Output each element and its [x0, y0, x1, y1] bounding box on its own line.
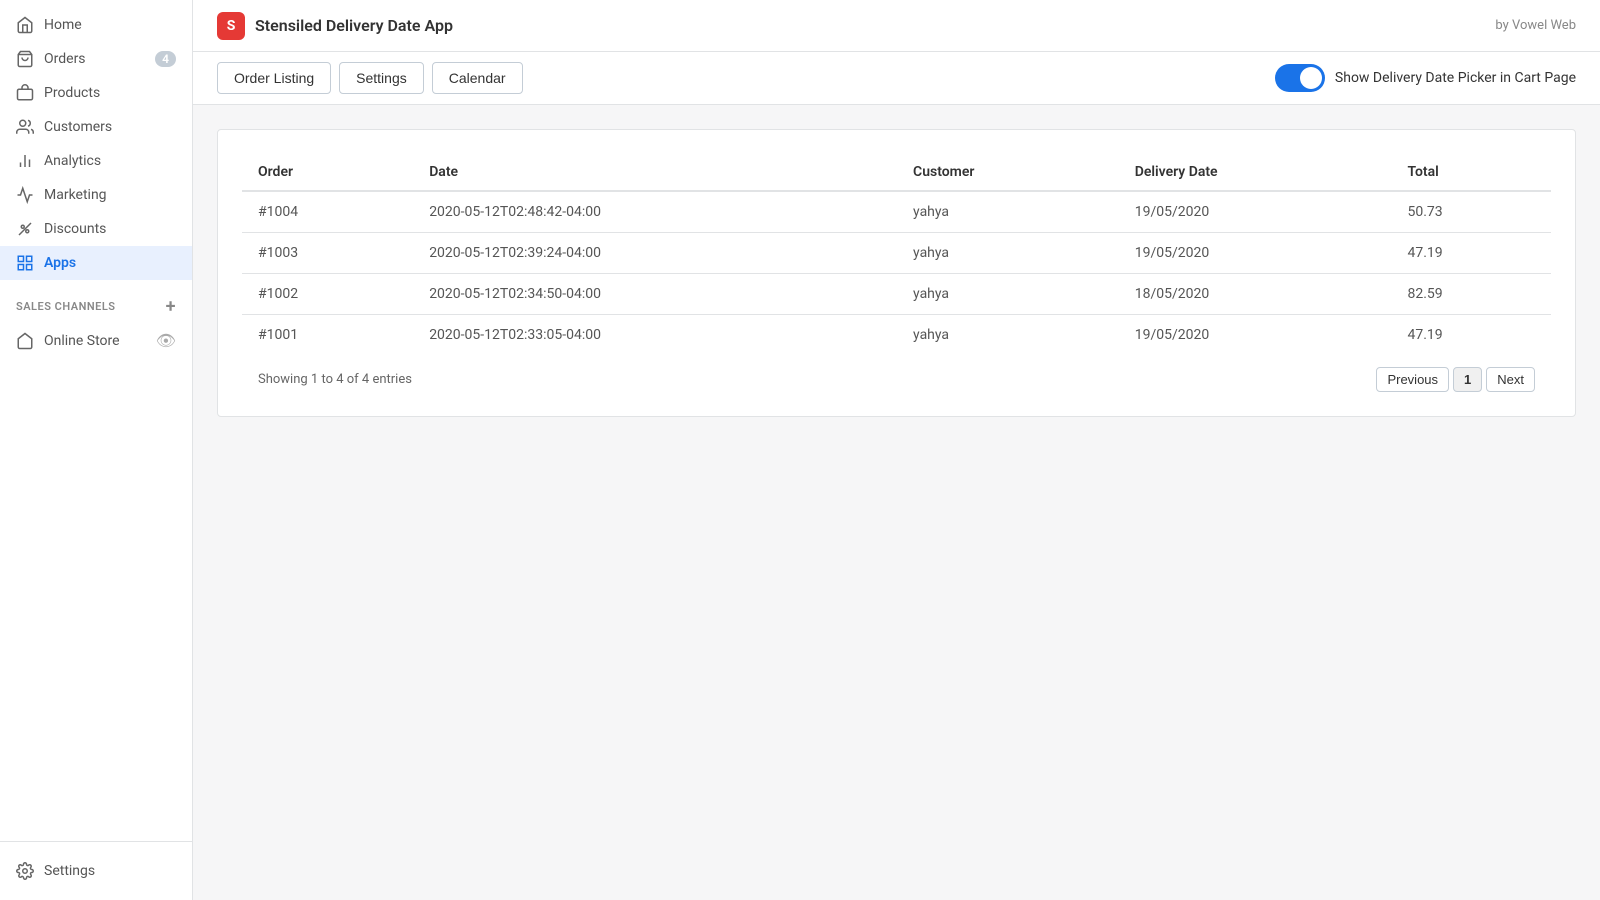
- sidebar-item-customers-label: Customers: [44, 119, 176, 135]
- cell-delivery_date: 19/05/2020: [1119, 233, 1392, 274]
- table-row[interactable]: #10032020-05-12T02:39:24-04:00yahya19/05…: [242, 233, 1551, 274]
- app-title: Stensiled Delivery Date App: [255, 16, 453, 35]
- col-delivery-date: Delivery Date: [1119, 154, 1392, 191]
- sidebar-item-analytics-label: Analytics: [44, 153, 176, 169]
- toolbar-right: Show Delivery Date Picker in Cart Page: [1275, 64, 1576, 92]
- add-sales-channel-icon[interactable]: +: [166, 296, 176, 317]
- sidebar-item-home-label: Home: [44, 17, 176, 33]
- sidebar-item-home[interactable]: Home: [0, 8, 192, 42]
- sidebar-item-marketing-label: Marketing: [44, 187, 176, 203]
- sidebar-item-apps-label: Apps: [44, 255, 176, 271]
- cell-customer: yahya: [897, 315, 1119, 356]
- cell-date: 2020-05-12T02:48:42-04:00: [413, 191, 897, 233]
- home-icon: [16, 16, 34, 34]
- main-content: S Stensiled Delivery Date App by Vowel W…: [193, 0, 1600, 900]
- sidebar-item-marketing[interactable]: Marketing: [0, 178, 192, 212]
- table-row[interactable]: #10042020-05-12T02:48:42-04:00yahya19/05…: [242, 191, 1551, 233]
- cell-customer: yahya: [897, 191, 1119, 233]
- cell-order: #1002: [242, 274, 413, 315]
- content-area: Order Date Customer Delivery Date Total …: [193, 105, 1600, 900]
- sales-channels-header: SALES CHANNELS +: [0, 280, 192, 323]
- pagination-next[interactable]: Next: [1486, 367, 1535, 392]
- cell-delivery_date: 18/05/2020: [1119, 274, 1392, 315]
- sidebar-nav: Home Orders 4 Products: [0, 0, 192, 841]
- sidebar-item-online-store[interactable]: Online Store 👁: [0, 323, 192, 358]
- cell-total: 50.73: [1391, 191, 1551, 233]
- sidebar-item-discounts-label: Discounts: [44, 221, 176, 237]
- sidebar-bottom: Settings: [0, 841, 192, 900]
- apps-icon: [16, 254, 34, 272]
- sidebar-item-orders-label: Orders: [44, 51, 145, 67]
- sidebar-settings-label: Settings: [44, 863, 176, 879]
- sidebar-item-settings[interactable]: Settings: [0, 854, 192, 888]
- cell-delivery_date: 19/05/2020: [1119, 191, 1392, 233]
- toggle-label: Show Delivery Date Picker in Cart Page: [1335, 70, 1576, 86]
- marketing-icon: [16, 186, 34, 204]
- cell-total: 82.59: [1391, 274, 1551, 315]
- cell-order: #1001: [242, 315, 413, 356]
- sidebar-item-customers[interactable]: Customers: [0, 110, 192, 144]
- orders-icon: [16, 50, 34, 68]
- sidebar-item-analytics[interactable]: Analytics: [0, 144, 192, 178]
- pagination-row: Showing 1 to 4 of 4 entries Previous 1 N…: [242, 355, 1551, 392]
- sidebar-item-orders[interactable]: Orders 4: [0, 42, 192, 76]
- orders-card: Order Date Customer Delivery Date Total …: [217, 129, 1576, 417]
- cell-date: 2020-05-12T02:34:50-04:00: [413, 274, 897, 315]
- app-logo: S: [217, 12, 245, 40]
- col-order: Order: [242, 154, 413, 191]
- pagination-showing: Showing 1 to 4 of 4 entries: [258, 372, 412, 387]
- app-by-label: by Vowel Web: [1495, 18, 1576, 33]
- online-store-eye-icon[interactable]: 👁: [156, 331, 176, 350]
- settings-button[interactable]: Settings: [339, 62, 424, 94]
- store-icon: [16, 332, 34, 350]
- cell-date: 2020-05-12T02:39:24-04:00: [413, 233, 897, 274]
- pagination-previous[interactable]: Previous: [1376, 367, 1449, 392]
- sidebar-item-products-label: Products: [44, 85, 176, 101]
- sales-channels-label: SALES CHANNELS: [16, 300, 116, 313]
- settings-icon: [16, 862, 34, 880]
- cell-order: #1004: [242, 191, 413, 233]
- cell-customer: yahya: [897, 274, 1119, 315]
- cell-order: #1003: [242, 233, 413, 274]
- orders-badge: 4: [155, 51, 176, 67]
- customers-icon: [16, 118, 34, 136]
- sidebar: Home Orders 4 Products: [0, 0, 193, 900]
- sidebar-item-online-store-label: Online Store: [44, 333, 146, 349]
- cell-customer: yahya: [897, 233, 1119, 274]
- sidebar-item-products[interactable]: Products: [0, 76, 192, 110]
- col-date: Date: [413, 154, 897, 191]
- toolbar-buttons: Order Listing Settings Calendar: [217, 62, 523, 94]
- analytics-icon: [16, 152, 34, 170]
- table-row[interactable]: #10022020-05-12T02:34:50-04:00yahya18/05…: [242, 274, 1551, 315]
- sidebar-item-apps[interactable]: Apps: [0, 246, 192, 280]
- app-header: S Stensiled Delivery Date App by Vowel W…: [193, 0, 1600, 52]
- sidebar-item-discounts[interactable]: Discounts: [0, 212, 192, 246]
- pagination-controls: Previous 1 Next: [1376, 367, 1535, 392]
- discounts-icon: [16, 220, 34, 238]
- toolbar: Order Listing Settings Calendar Show Del…: [193, 52, 1600, 105]
- pagination-page-1[interactable]: 1: [1453, 367, 1482, 392]
- table-body: #10042020-05-12T02:48:42-04:00yahya19/05…: [242, 191, 1551, 355]
- col-customer: Customer: [897, 154, 1119, 191]
- cell-date: 2020-05-12T02:33:05-04:00: [413, 315, 897, 356]
- cell-delivery_date: 19/05/2020: [1119, 315, 1392, 356]
- orders-table: Order Date Customer Delivery Date Total …: [242, 154, 1551, 355]
- cell-total: 47.19: [1391, 233, 1551, 274]
- products-icon: [16, 84, 34, 102]
- calendar-button[interactable]: Calendar: [432, 62, 523, 94]
- order-listing-button[interactable]: Order Listing: [217, 62, 331, 94]
- app-header-left: S Stensiled Delivery Date App: [217, 12, 453, 40]
- cell-total: 47.19: [1391, 315, 1551, 356]
- delivery-date-toggle[interactable]: [1275, 64, 1325, 92]
- col-total: Total: [1391, 154, 1551, 191]
- table-row[interactable]: #10012020-05-12T02:33:05-04:00yahya19/05…: [242, 315, 1551, 356]
- table-header: Order Date Customer Delivery Date Total: [242, 154, 1551, 191]
